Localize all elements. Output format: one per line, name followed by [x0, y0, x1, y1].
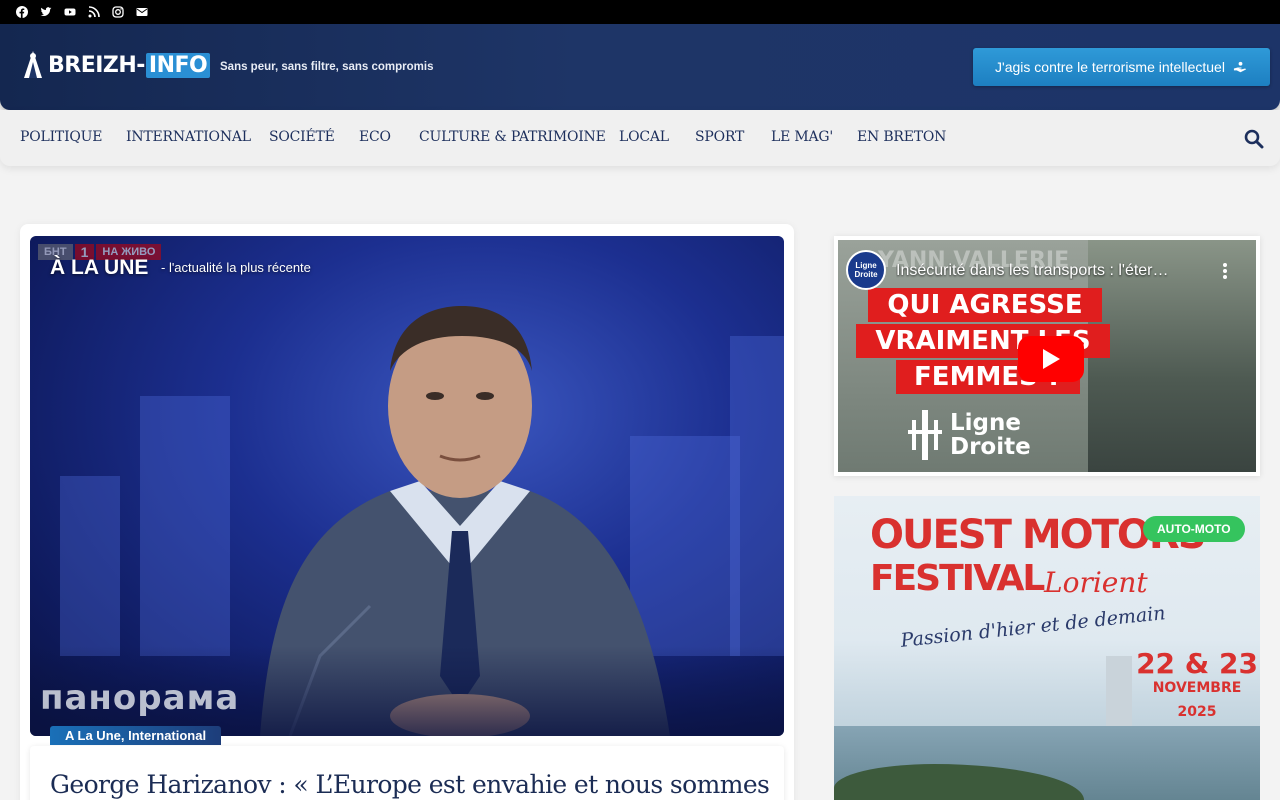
logo-info: INFO	[145, 52, 211, 78]
play-button[interactable]	[1018, 336, 1084, 382]
main-nav: POLITIQUE INTERNATIONAL SOCIÉTÉ ECO CULT…	[0, 110, 1280, 166]
envelope-icon[interactable]	[134, 4, 150, 20]
ad-title-line2: FESTIVAL	[870, 558, 1045, 599]
nav-item-local[interactable]: LOCAL	[619, 129, 669, 145]
ligne-droite-logo-icon	[908, 410, 942, 460]
ad-city: Lorient	[1044, 566, 1148, 599]
search-icon[interactable]	[1244, 129, 1264, 149]
nav-item-international[interactable]: INTERNATIONAL	[126, 129, 251, 145]
category-badge-auto-moto[interactable]: AUTO-MOTO	[1143, 516, 1245, 542]
nav-item-en-breton[interactable]: EN BRETON	[857, 129, 946, 145]
nav-item-le-mag[interactable]: LE MAG'	[771, 129, 833, 145]
youtube-icon[interactable]	[62, 4, 78, 20]
article-title[interactable]: George Harizanov : « L’Europe est envahi…	[50, 770, 770, 799]
bg-building	[730, 336, 784, 656]
more-options-icon[interactable]	[1222, 262, 1228, 280]
video-banner-line: QUI AGRESSE	[868, 288, 1102, 322]
ligne-droite-brand: Ligne Droite	[908, 408, 1031, 462]
channel-avatar[interactable]: Ligne Droite	[846, 250, 886, 290]
cta-label: J'agis contre le terrorisme intellectuel	[995, 59, 1225, 75]
play-icon	[1043, 349, 1060, 369]
ad-date: 22 & 23 NOVEMBRE 2025	[1136, 647, 1258, 721]
hand-holding-icon	[1233, 61, 1247, 72]
nav-item-sport[interactable]: SPORT	[695, 129, 744, 145]
logo-word: BREIZH-	[48, 52, 145, 78]
nav-item-societe[interactable]: SOCIÉTÉ	[269, 129, 335, 145]
facebook-icon[interactable]	[14, 4, 30, 20]
brand-line: Ligne	[950, 410, 1021, 436]
nav-item-culture[interactable]: CULTURE & PATRIMOINE	[419, 129, 606, 145]
site-logo[interactable]: BREIZH- INFO	[20, 49, 211, 81]
section-title: À LA UNE	[50, 256, 149, 279]
bg-building	[60, 476, 120, 656]
nav-item-politique[interactable]: POLITIQUE	[20, 129, 102, 145]
image-caption: панорама	[40, 678, 240, 718]
twitter-icon[interactable]	[38, 4, 54, 20]
hermine-logo-icon	[24, 51, 42, 78]
brand-line: Droite	[950, 434, 1031, 460]
instagram-icon[interactable]	[110, 4, 126, 20]
cta-button[interactable]: J'agis contre le terrorisme intellectuel	[973, 48, 1270, 86]
category-badge[interactable]: A La Une, International	[50, 726, 222, 745]
video-embed: YANN VALLERIE QUI AGRESSE VRAIMENT LES F…	[834, 236, 1260, 476]
bg-building	[140, 396, 230, 656]
section-subtitle: - l'actualité la plus récente	[161, 260, 311, 275]
rss-icon[interactable]	[86, 4, 102, 20]
video-title[interactable]: Insécurité dans les transports : l'éter…	[896, 262, 1206, 280]
ad-slogan: Passion d'hier et de demain	[899, 602, 1167, 652]
nav-item-eco[interactable]: ECO	[359, 129, 391, 145]
featured-image[interactable]: БНТ 1 НА ЖИВО панорама	[30, 236, 784, 736]
social-bar	[0, 0, 1280, 24]
site-header: BREIZH- INFO Sans peur, sans filtre, san…	[0, 24, 1280, 110]
site-tagline: Sans peur, sans filtre, sans compromis	[220, 61, 434, 73]
sidebar-ad[interactable]: OUEST MOTORS FESTIVAL Lorient Passion d'…	[834, 496, 1260, 800]
video-thumbnail[interactable]: YANN VALLERIE QUI AGRESSE VRAIMENT LES F…	[838, 240, 1256, 472]
